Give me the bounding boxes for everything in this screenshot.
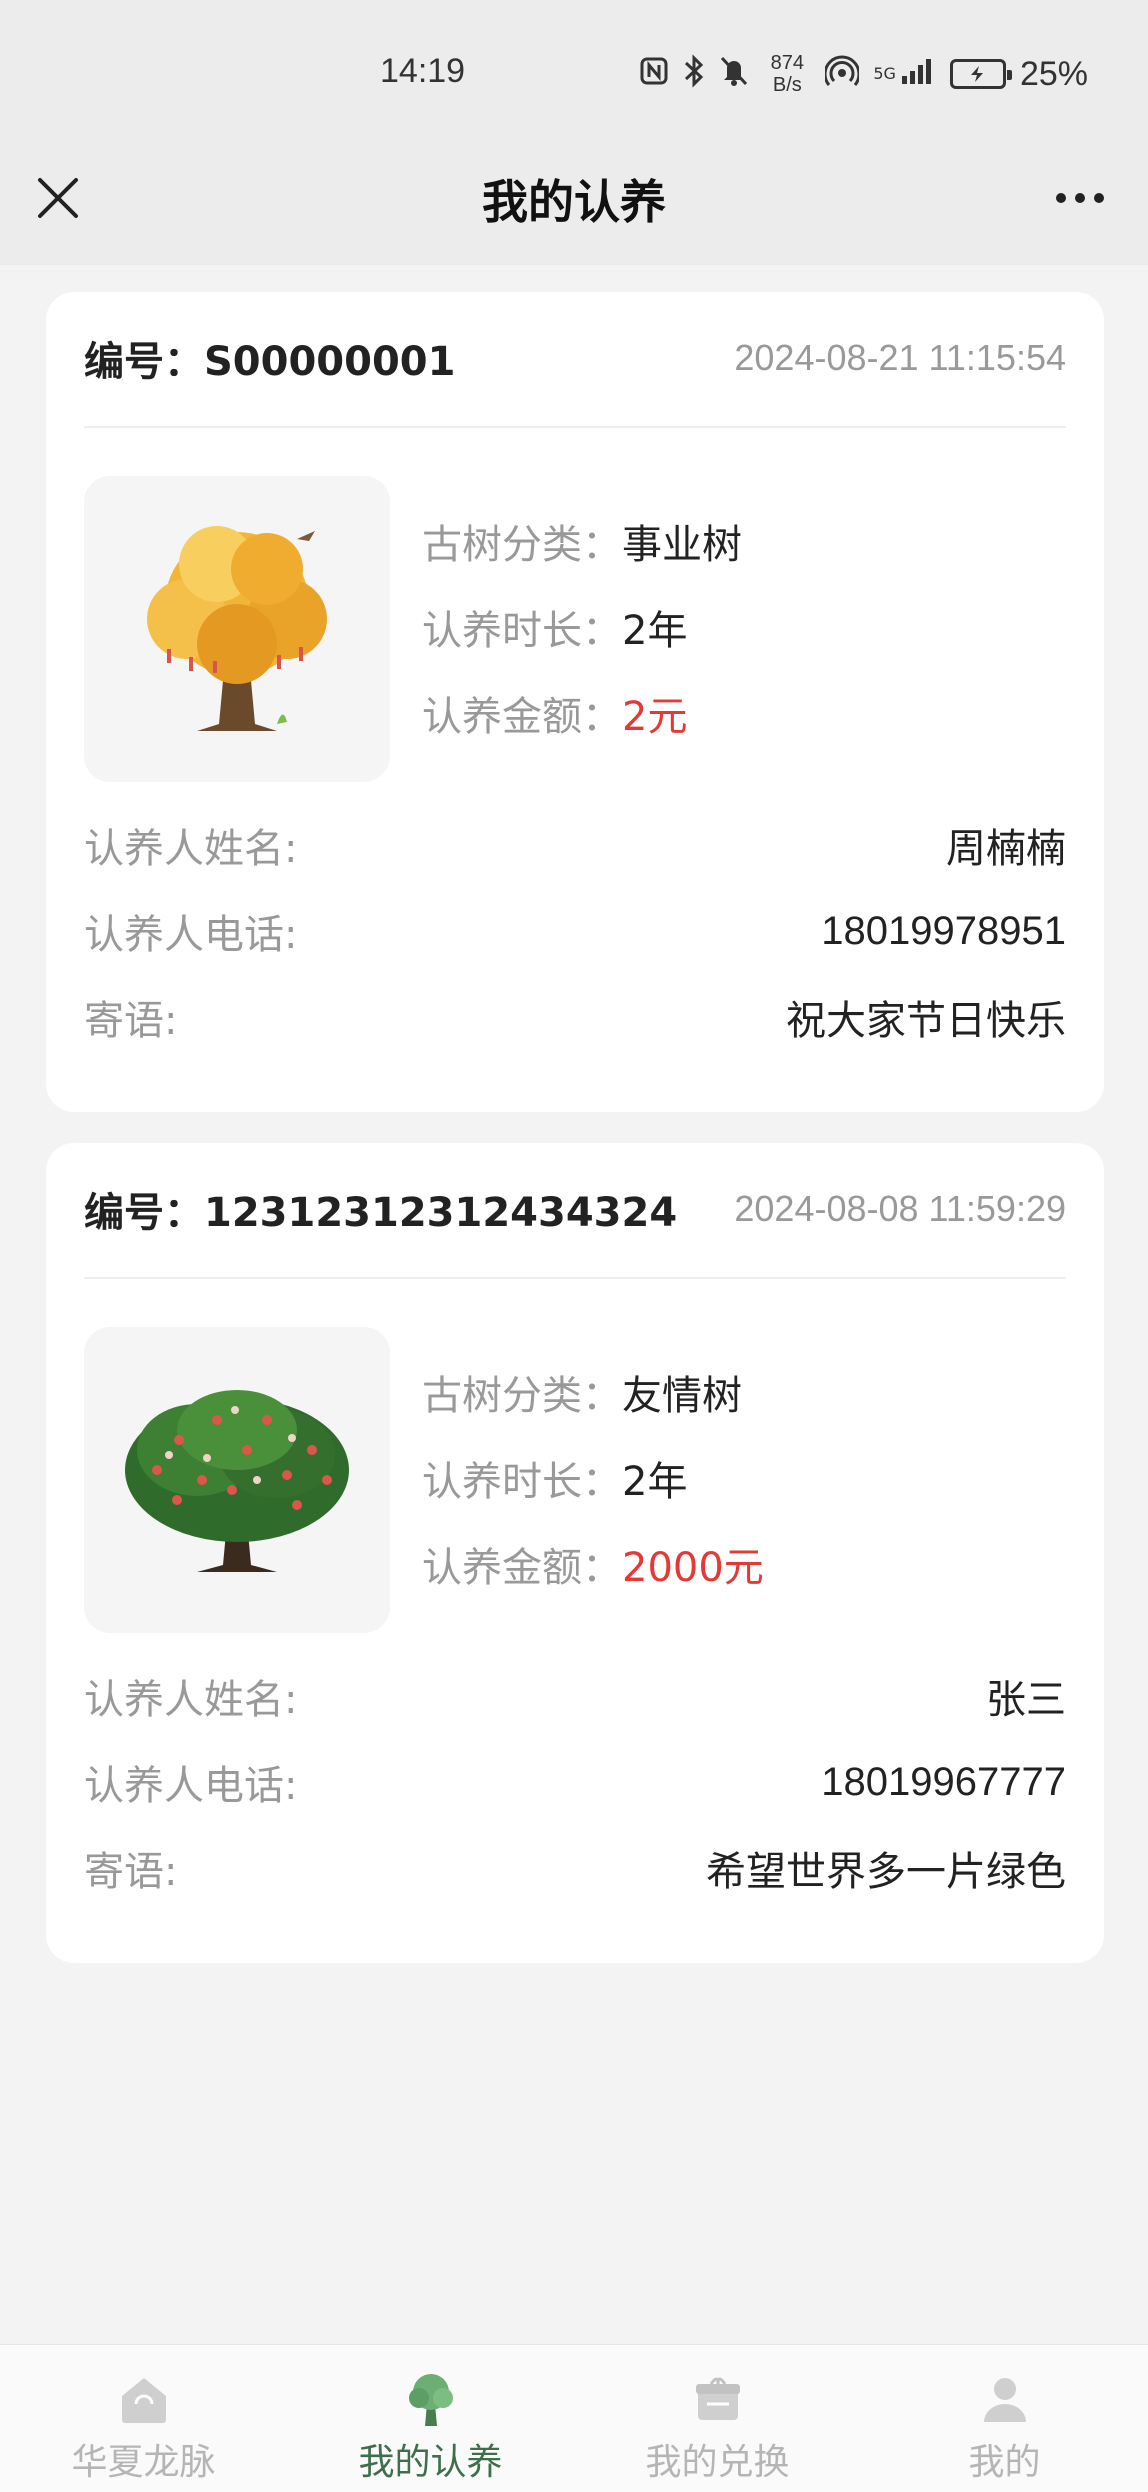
duration-value: 2年 xyxy=(622,608,688,654)
category-row: 古树分类： 事业树 xyxy=(422,498,742,584)
adopter-name-value: 张三 xyxy=(986,1678,1066,1722)
adopter-phone-value: 18019978951 xyxy=(821,908,1066,953)
duration-label: 认养时长： xyxy=(422,1459,622,1505)
code-value: S00000001 xyxy=(204,339,456,385)
home-icon xyxy=(114,2369,174,2429)
status-bar: 14:19 874 B/s 5G 25% xyxy=(0,0,1148,150)
status-time: 14:19 xyxy=(380,52,466,90)
adopter-phone-row: 认养人电话: 18019978951 xyxy=(84,888,1066,974)
more-icon-dot xyxy=(1094,193,1104,203)
amount-label: 认养金额： xyxy=(422,1545,622,1591)
record-code: 编号：12312312312434324 xyxy=(84,1180,677,1238)
tree-info: 古树分类： 友情树 认养时长： 2年 认养金额： 2000元 xyxy=(422,1349,764,1607)
adoption-card[interactable]: 编号：12312312312434324 2024-08-08 11:59:29 xyxy=(46,1143,1104,1963)
category-value: 友情树 xyxy=(622,1373,742,1419)
tab-bar: 华夏龙脉 我的认养 我的兑换 我的 xyxy=(0,2344,1148,2492)
user-icon xyxy=(975,2369,1035,2429)
adopter-phone-label: 认养人电话: xyxy=(84,912,298,958)
card-header: 编号：12312312312434324 2024-08-08 11:59:29 xyxy=(84,1179,1066,1239)
gift-icon xyxy=(688,2369,748,2429)
category-value: 事业树 xyxy=(622,522,742,568)
tab-my-adoption-label: 我的认养 xyxy=(358,2442,503,2483)
page-title: 我的认养 xyxy=(482,175,666,229)
message-value: 希望世界多一片绿色 xyxy=(706,1850,1066,1894)
green-fruit-tree-image xyxy=(125,1390,349,1572)
duration-label: 认养时长： xyxy=(422,608,622,654)
message-row: 寄语: 希望世界多一片绿色 xyxy=(84,1825,1066,1911)
message-value: 祝大家节日快乐 xyxy=(786,999,1066,1043)
amount-row: 认养金额： 2元 xyxy=(422,670,742,756)
amount-value: 2元 xyxy=(622,694,688,740)
divider xyxy=(84,426,1066,428)
adopter-phone-row: 认养人电话: 18019967777 xyxy=(84,1739,1066,1825)
hotspot-icon xyxy=(823,55,861,93)
tab-profile-label: 我的 xyxy=(968,2442,1041,2483)
signal-icon xyxy=(900,56,936,92)
net-speed-value: 874 xyxy=(770,52,805,74)
category-label: 古树分类： xyxy=(422,522,622,568)
tab-home[interactable]: 华夏龙脉 xyxy=(0,2345,287,2492)
adoption-card[interactable]: 编号：S00000001 2024-08-21 11:15:54 古树分类： 事… xyxy=(46,292,1104,1112)
bluetooth-icon xyxy=(683,54,705,94)
message-label: 寄语: xyxy=(84,998,178,1044)
battery-icon xyxy=(949,59,1012,89)
nfc-icon xyxy=(639,56,669,92)
amount-label: 认养金额： xyxy=(422,694,622,740)
tree-image xyxy=(84,1327,390,1633)
divider xyxy=(84,1277,1066,1279)
duration-row: 认养时长： 2年 xyxy=(422,584,742,670)
card-header: 编号：S00000001 2024-08-21 11:15:54 xyxy=(84,328,1066,388)
record-date: 2024-08-21 11:15:54 xyxy=(734,337,1066,378)
adopter-name-label: 认养人姓名: xyxy=(84,826,298,872)
battery-percent: 25% xyxy=(1019,54,1088,93)
adopter-name-value: 周楠楠 xyxy=(946,827,1066,871)
code-prefix: 编号： xyxy=(84,1190,204,1236)
adopter-phone-label: 认养人电话: xyxy=(84,1763,298,1809)
more-icon-dot xyxy=(1075,193,1085,203)
net-speed-unit: B/s xyxy=(772,74,802,96)
message-label: 寄语: xyxy=(84,1849,178,1895)
message-row: 寄语: 祝大家节日快乐 xyxy=(84,974,1066,1060)
amount-row: 认养金额： 2000元 xyxy=(422,1521,764,1607)
nav-bar: 我的认养 xyxy=(0,150,1148,265)
category-label: 古树分类： xyxy=(422,1373,622,1419)
adopter-details: 认养人姓名: 张三 认养人电话: 18019967777 寄语: 希望世界多一片… xyxy=(84,1653,1066,1911)
tab-my-exchange-label: 我的兑换 xyxy=(645,2442,790,2483)
more-icon-dot xyxy=(1056,193,1066,203)
category-row: 古树分类： 友情树 xyxy=(422,1349,764,1435)
tab-home-label: 华夏龙脉 xyxy=(71,2442,216,2483)
amount-value: 2000元 xyxy=(622,1545,764,1591)
tab-my-adoption[interactable]: 我的认养 xyxy=(287,2345,574,2492)
net-speed: 874 B/s xyxy=(763,52,811,96)
tree-image xyxy=(84,476,390,782)
adopter-details: 认养人姓名: 周楠楠 认养人电话: 18019978951 寄语: 祝大家节日快… xyxy=(84,802,1066,1060)
code-value: 12312312312434324 xyxy=(204,1190,678,1236)
adopter-name-row: 认养人姓名: 周楠楠 xyxy=(84,802,1066,888)
tree-info: 古树分类： 事业树 认养时长： 2年 认养金额： 2元 xyxy=(422,498,742,756)
record-code: 编号：S00000001 xyxy=(84,329,455,387)
adopter-name-label: 认养人姓名: xyxy=(84,1677,298,1723)
adopter-name-row: 认养人姓名: 张三 xyxy=(84,1653,1066,1739)
duration-row: 认养时长： 2年 xyxy=(422,1435,764,1521)
tab-profile[interactable]: 我的 xyxy=(861,2345,1148,2492)
record-date: 2024-08-08 11:59:29 xyxy=(734,1188,1066,1229)
tree-icon xyxy=(401,2369,461,2429)
duration-value: 2年 xyxy=(622,1459,688,1505)
golden-tree-image xyxy=(147,526,327,731)
tab-my-exchange[interactable]: 我的兑换 xyxy=(574,2345,861,2492)
code-prefix: 编号： xyxy=(84,339,204,385)
more-button[interactable] xyxy=(1040,168,1120,228)
mute-icon xyxy=(719,55,749,93)
status-icons: 874 B/s 5G 25% xyxy=(639,48,1088,100)
adopter-phone-value: 18019967777 xyxy=(821,1759,1066,1804)
signal-type-label: 5G xyxy=(873,64,896,83)
